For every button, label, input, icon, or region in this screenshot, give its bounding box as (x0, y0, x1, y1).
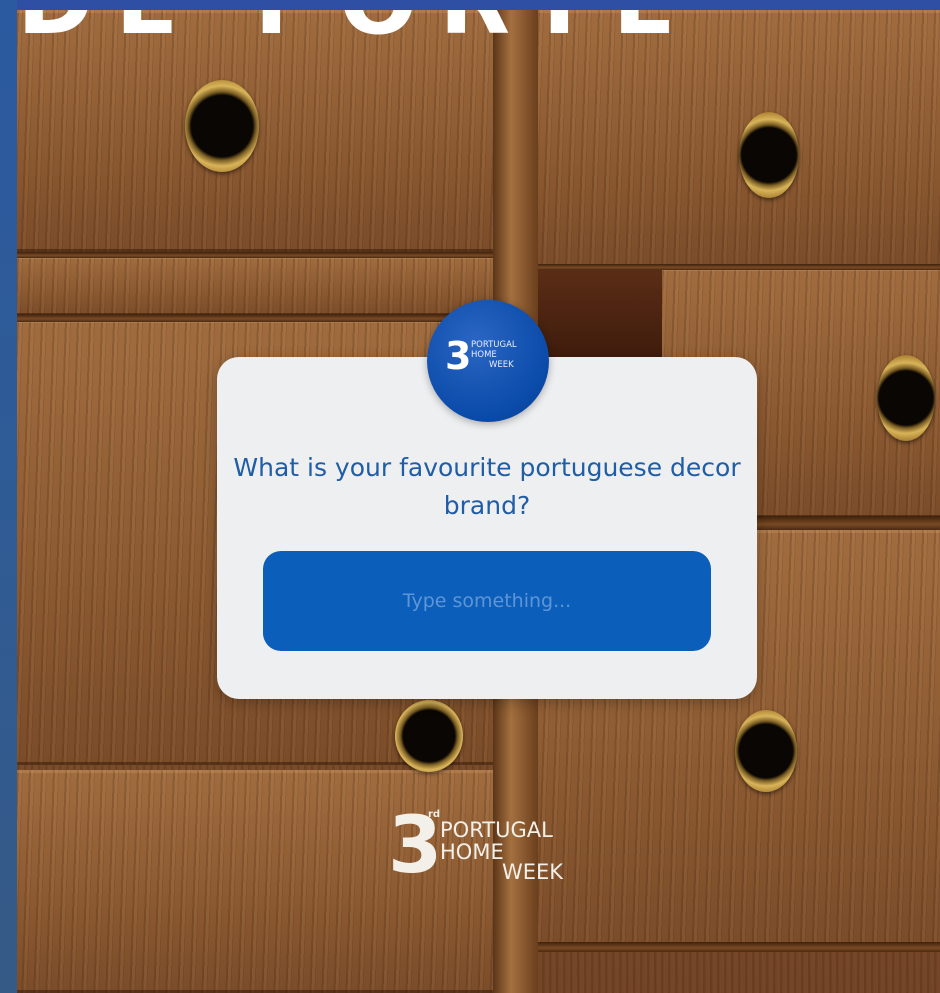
logo-word: PORTUGAL (471, 340, 517, 350)
logo-number: 3 (445, 334, 472, 378)
portugal-home-week-logo: 3 rd PORTUGAL HOME WEEK (388, 805, 608, 895)
logo-word: WEEK (502, 860, 564, 884)
cabinet-shelf-line (17, 314, 493, 322)
brass-handle (877, 355, 935, 441)
logo-ordinal: rd (428, 809, 441, 820)
cabinet-shelf-line (17, 252, 493, 258)
logo-word: PORTUGAL (440, 818, 553, 842)
question-text: What is your favourite portuguese decor … (233, 453, 741, 520)
answer-input[interactable] (263, 551, 711, 651)
brass-handle (735, 710, 797, 792)
banner-text: DE FORTE (17, 10, 717, 55)
cabinet-shelf-line (538, 942, 940, 952)
logo-word: WEEK (489, 360, 514, 370)
dovetail-joint (538, 268, 662, 368)
drawer-rail-left (17, 256, 493, 316)
brass-handle (395, 700, 463, 772)
brand-badge: 3 PORTUGAL HOME WEEK (427, 300, 549, 422)
brand-logo: 3 PORTUGAL HOME WEEK (445, 334, 545, 394)
left-frame-strip (0, 0, 17, 993)
brass-handle (185, 80, 259, 172)
brass-handle (739, 112, 799, 198)
cabinet-shelf-line (538, 264, 940, 270)
logo-word: HOME (471, 350, 497, 360)
logo-wordmark: PORTUGAL HOME WEEK (440, 819, 563, 883)
logo-wordmark: PORTUGAL HOME WEEK (471, 340, 517, 370)
